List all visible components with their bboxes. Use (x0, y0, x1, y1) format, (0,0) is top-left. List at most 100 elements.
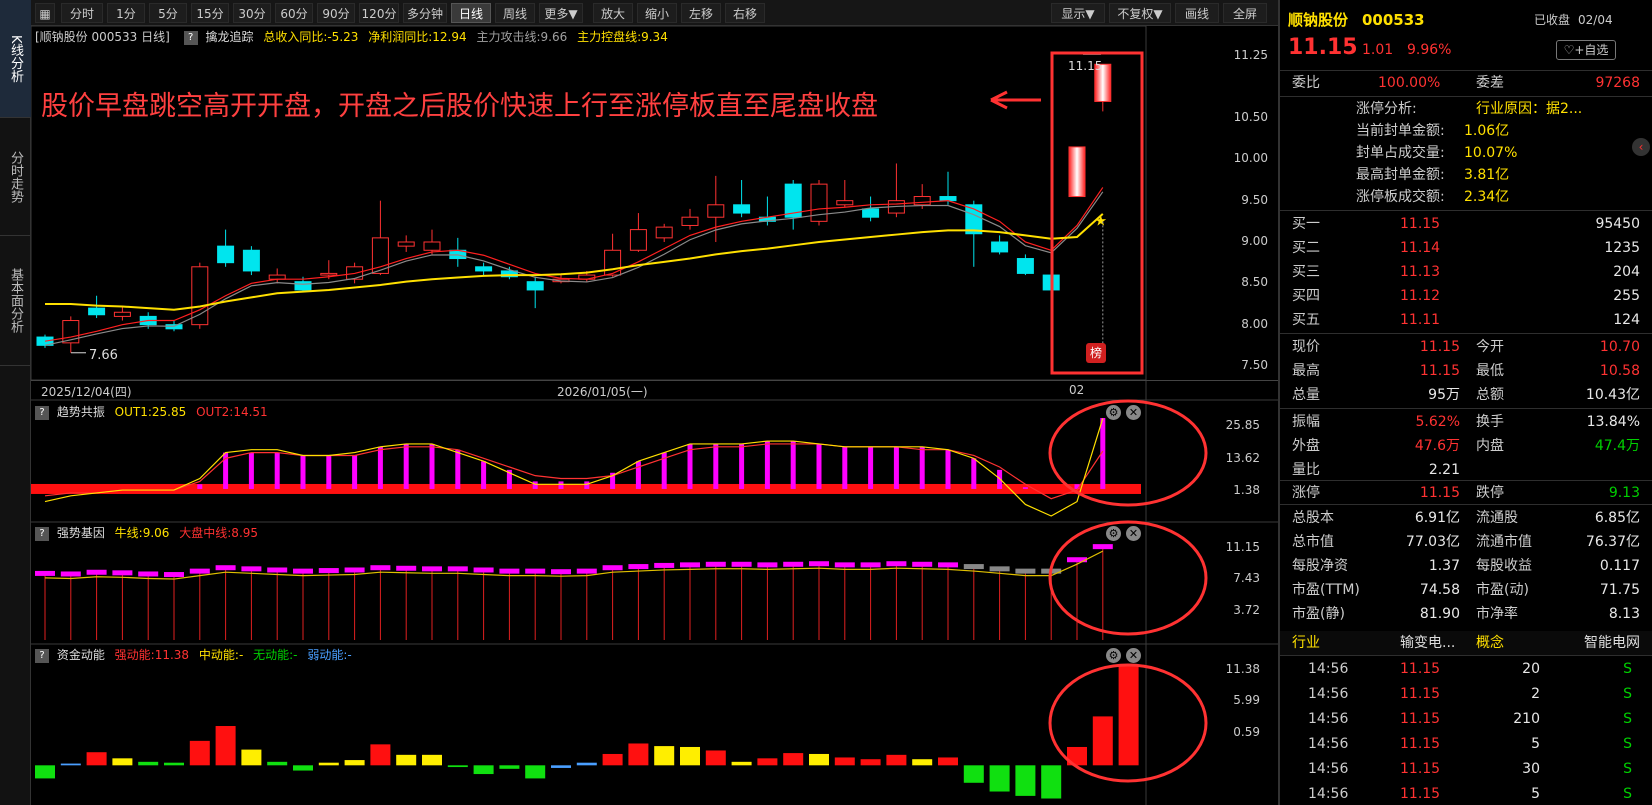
stat-row: 最高 11.15 最低 10.58 (1280, 359, 1652, 383)
close-icon[interactable]: ✕ (1126, 526, 1141, 541)
limit-row: 当前封单金额: 1.06亿 (1280, 120, 1652, 142)
stat-row: 涨停 11.15 跌停 9.13 (1280, 481, 1652, 505)
move-left-button[interactable]: 左移 (681, 3, 721, 23)
trend-bar (997, 469, 1003, 489)
bid-row[interactable]: 买四 11.12 255 (1280, 284, 1652, 308)
y-tick-label: 9.00 (1241, 234, 1268, 248)
stock-name: 顺钠股份 (1288, 11, 1349, 29)
concept-value[interactable]: 智能电网 (1584, 631, 1640, 655)
weibi-row: 委比 100.00% 委差 97268 (1280, 71, 1652, 95)
trend-bar (455, 449, 461, 489)
gene-box (1092, 544, 1113, 550)
period-weekly[interactable]: 周线 (495, 3, 535, 23)
money-bar (293, 765, 313, 771)
period-15min[interactable]: 15分 (191, 3, 229, 23)
stat-label: 现价 (1292, 339, 1320, 355)
money-bar (834, 757, 855, 766)
bid-row[interactable]: 买一 11.15 95450 (1280, 212, 1652, 236)
period-multi-min[interactable]: 多分钟 (403, 3, 447, 23)
trend-bar (584, 481, 590, 489)
stat-row: 总市值 77.03亿 流通市值 76.37亿 (1280, 530, 1652, 554)
money-bar (680, 746, 700, 766)
gear-icon[interactable]: ⚙ (1106, 648, 1121, 663)
period-30min[interactable]: 30分 (233, 3, 271, 23)
sub1-value-2: OUT2:14.51 (196, 405, 268, 419)
candle-body (913, 196, 931, 206)
gene-box (731, 561, 752, 567)
sub3-value-2: 中动能:- (198, 648, 244, 662)
help-icon[interactable]: ? (35, 405, 49, 420)
period-daily[interactable]: 日线 (451, 3, 491, 23)
close-icon[interactable]: ✕ (1126, 405, 1141, 420)
gene-box (473, 567, 494, 573)
candle-body (217, 245, 235, 264)
expand-arrow-icon[interactable]: ‹ (1632, 138, 1650, 156)
period-5min[interactable]: 5分 (149, 3, 187, 23)
gear-icon[interactable]: ⚙ (1106, 526, 1121, 541)
stat-value: 76.37亿 (1585, 534, 1640, 550)
stat-value: 0.117 (1599, 558, 1640, 574)
trend-bar (739, 443, 745, 489)
industry-value[interactable]: 输变电... (1400, 631, 1455, 655)
period-more[interactable]: 更多▼ (539, 3, 583, 23)
gene-box (164, 572, 184, 578)
money-bar (138, 761, 159, 766)
period-intraday[interactable]: 分时 (61, 3, 103, 23)
tick-time: 14:56 (1308, 686, 1349, 702)
gene-box (370, 565, 391, 571)
stat-value: 13.84% (1586, 414, 1640, 430)
y-tick-label: 8.50 (1241, 275, 1268, 290)
bid-row[interactable]: 买二 11.14 1235 (1280, 236, 1652, 260)
current-price: 11.15 (1288, 35, 1358, 60)
add-watchlist-button[interactable]: ♡+自选 (1556, 40, 1616, 60)
bid-row[interactable]: 买三 11.13 204 (1280, 260, 1652, 284)
limit-row-value: 1.06亿 (1464, 123, 1510, 139)
draw-button[interactable]: 画线 (1175, 3, 1219, 23)
industry-row: 行业 输变电... 概念 智能电网 (1280, 631, 1652, 655)
money-bar (370, 744, 391, 766)
zoom-out-button[interactable]: 缩小 (637, 3, 677, 23)
weibi-label: 委比 (1292, 75, 1320, 91)
y-tick-label: 11.25 (1233, 48, 1268, 62)
tab-fundamentals[interactable]: 基本面分析 (0, 236, 31, 366)
period-120min[interactable]: 120分 (359, 3, 399, 23)
money-bar (35, 765, 55, 779)
tab-kline-analysis[interactable]: K线分析 (0, 0, 31, 118)
period-60min[interactable]: 60分 (275, 3, 313, 23)
gear-icon[interactable]: ⚙ (1106, 405, 1121, 420)
gene-box (525, 568, 546, 574)
move-right-button[interactable]: 右移 (725, 3, 765, 23)
fullscreen-button[interactable]: 全屏 (1223, 3, 1267, 23)
tick-row: 14:56 11.15 20 S (1280, 657, 1652, 681)
close-icon[interactable]: ✕ (1126, 648, 1141, 663)
stat-label: 内盘 (1476, 438, 1504, 454)
stock-header: 顺钠股份 000533 已收盘 02/04 (1280, 8, 1652, 34)
gene-box (912, 561, 933, 567)
concept-label: 概念 (1476, 635, 1504, 651)
date-label-2: 2026/01/05(一) (557, 385, 648, 399)
zoom-in-button[interactable]: 放大 (593, 3, 633, 23)
stat-label: 流通股 (1476, 510, 1518, 526)
gene-box (680, 562, 700, 568)
gene-box (112, 570, 133, 576)
trend-bar (403, 443, 409, 489)
tab-intraday[interactable]: 分时走势 (0, 118, 31, 236)
gene-box (705, 561, 726, 567)
bid-row[interactable]: 买五 11.11 124 (1280, 308, 1652, 332)
help-icon[interactable]: ? (35, 648, 49, 663)
limit-row-value: 2.34亿 (1464, 189, 1510, 205)
trend-bar (790, 441, 796, 489)
money-bar (422, 754, 442, 766)
toolbar: ▦ 分时 1分 5分 15分 30分 60分 90分 120分 多分钟 日线 周… (31, 0, 1278, 26)
help-icon[interactable]: ? (35, 526, 49, 541)
stat-label: 市净率 (1476, 606, 1518, 622)
adjust-menu[interactable]: 不复权▼ (1109, 3, 1171, 23)
display-menu[interactable]: 显示▼ (1051, 3, 1105, 23)
trend-bar (816, 443, 822, 489)
trend-bar (1022, 487, 1028, 489)
period-90min[interactable]: 90分 (317, 3, 355, 23)
period-1min[interactable]: 1分 (107, 3, 145, 23)
rank-badge[interactable]: 榜 (1086, 343, 1106, 363)
home-icon[interactable]: ▦ (35, 3, 55, 23)
bid-label: 买二 (1292, 240, 1320, 256)
